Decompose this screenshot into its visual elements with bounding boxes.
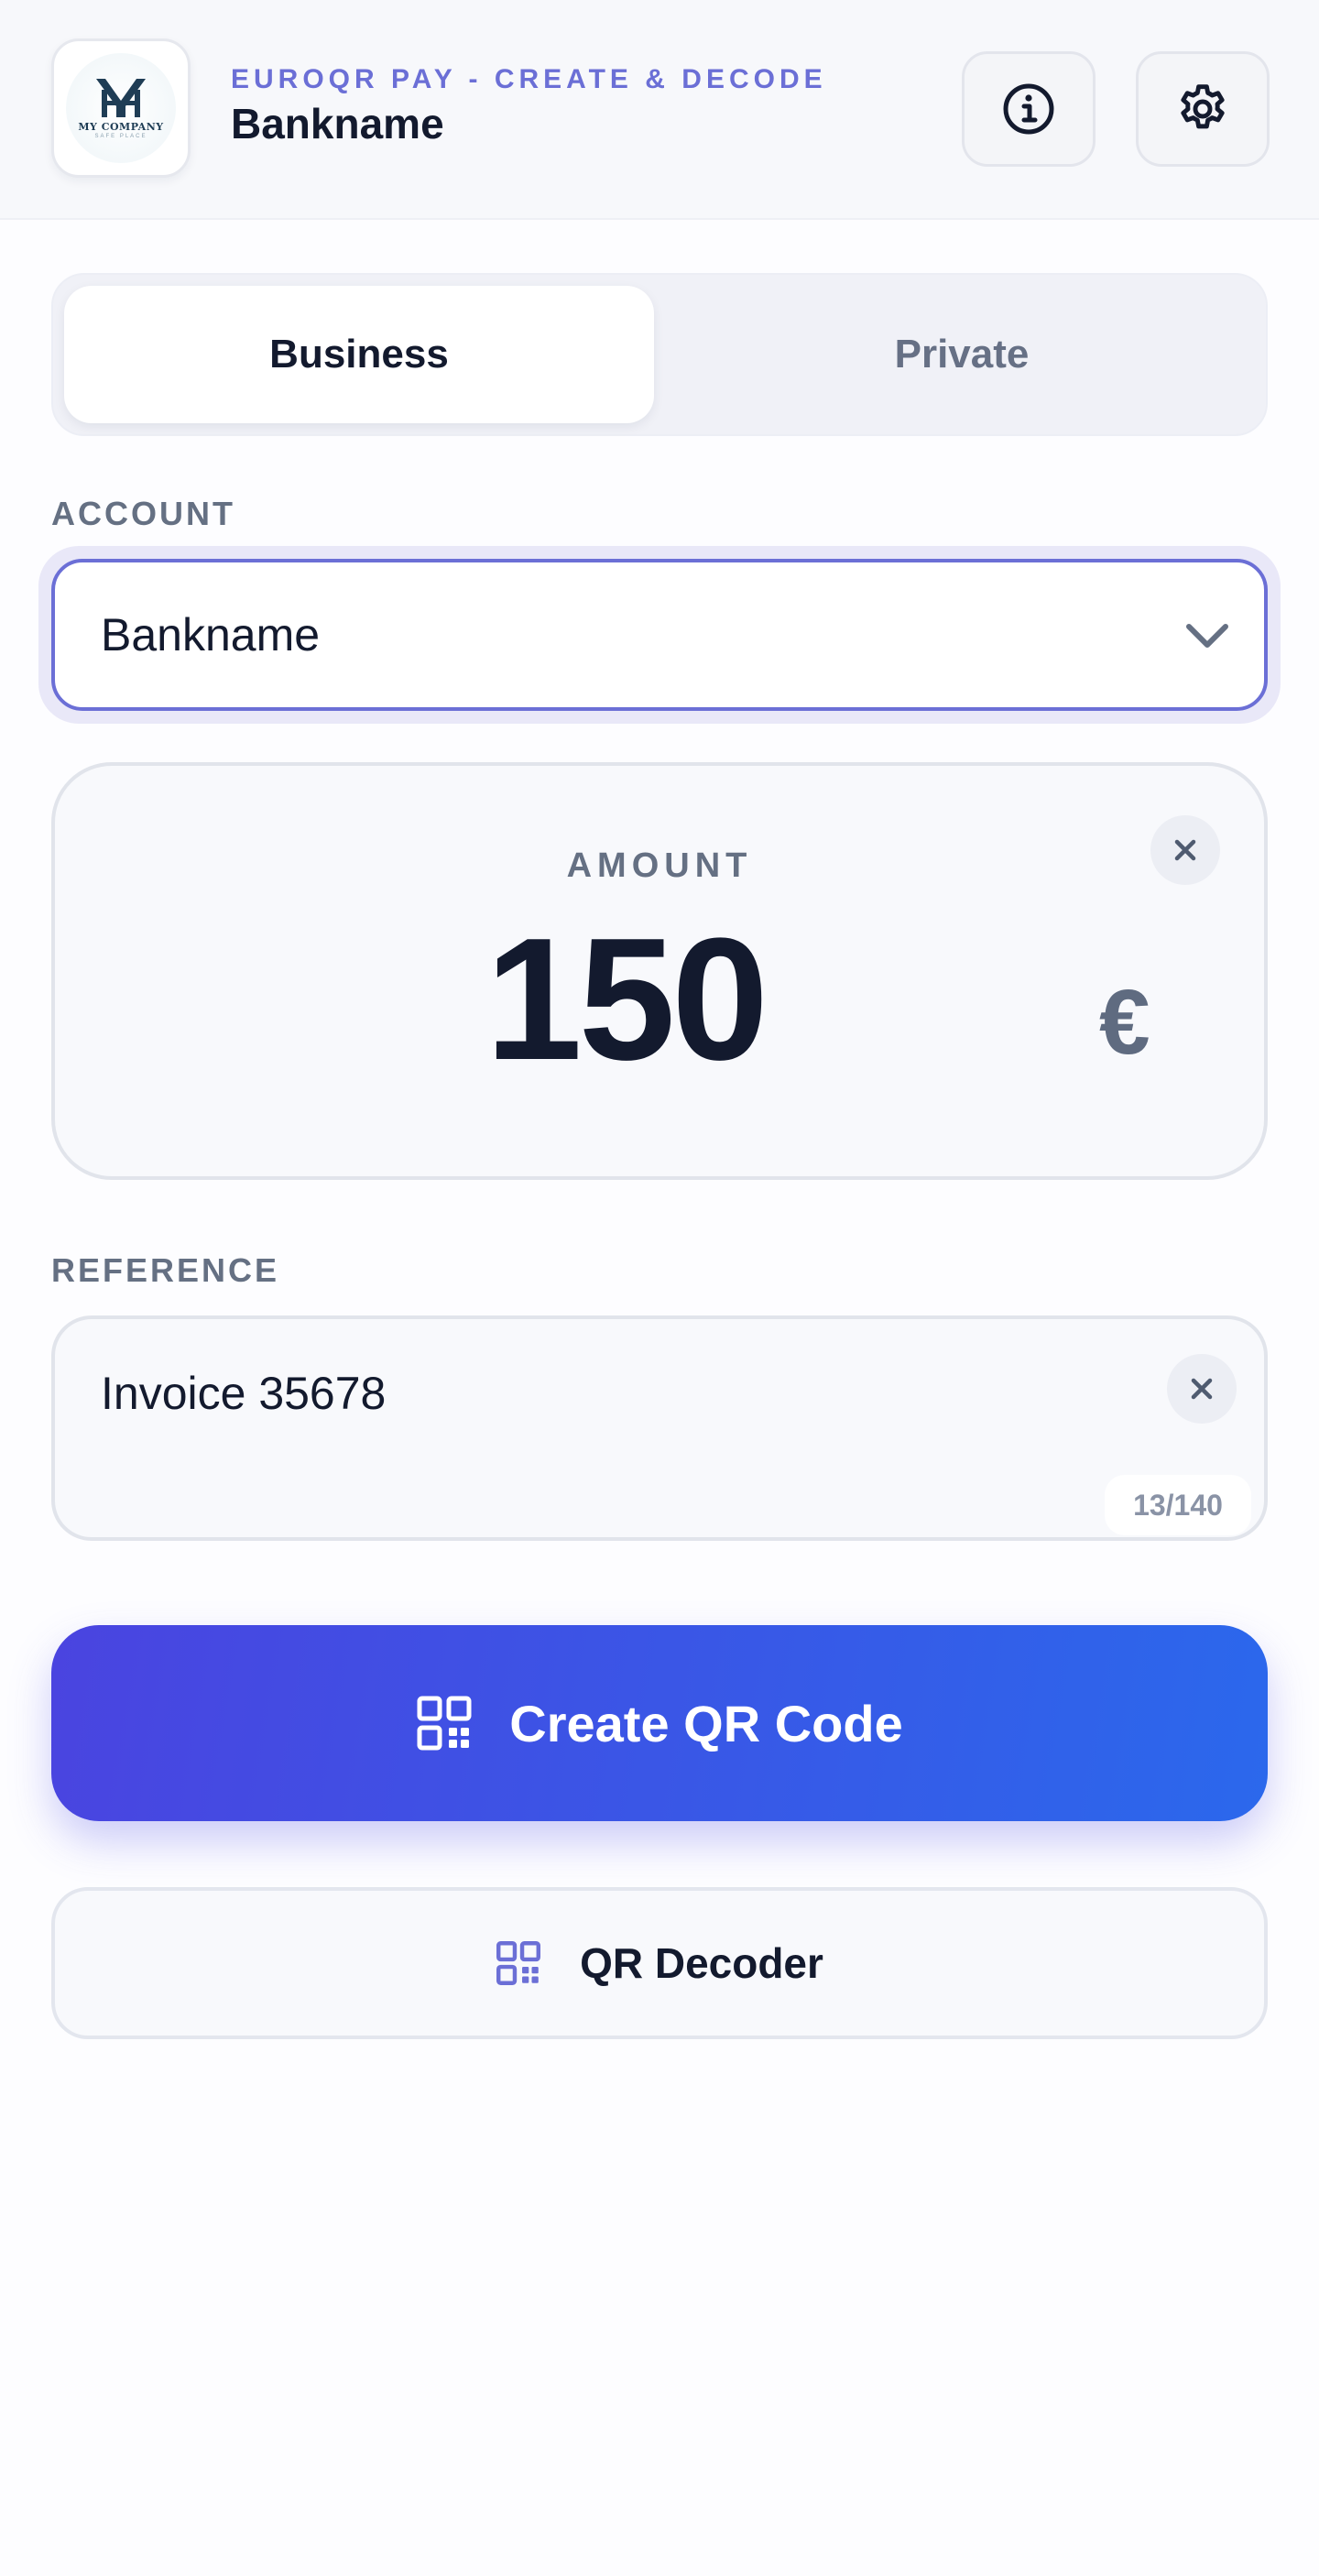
currency-symbol: € — [1099, 971, 1150, 1074]
reference-label: REFERENCE — [51, 1251, 280, 1289]
tab-business[interactable]: Business — [64, 286, 654, 423]
logo-emblem-icon — [96, 79, 146, 117]
app-root: MY COMPANY SAFE PLACE EUROQR PAY - CREAT… — [0, 0, 1319, 2576]
app-title: Bankname — [231, 100, 444, 147]
app-header: MY COMPANY SAFE PLACE EUROQR PAY - CREAT… — [0, 0, 1319, 220]
app-subtitle: EUROQR PAY - CREATE & DECODE — [231, 64, 827, 94]
info-button[interactable] — [962, 51, 1096, 167]
tab-private[interactable]: Private — [667, 286, 1257, 423]
company-logo: MY COMPANY SAFE PLACE — [51, 38, 191, 178]
create-qr-button[interactable]: Create QR Code — [51, 1625, 1268, 1821]
qr-code-icon — [496, 1941, 541, 1985]
reference-value: Invoice 35678 — [101, 1368, 387, 1419]
reference-textarea[interactable]: Invoice 35678 13/140 — [51, 1315, 1268, 1541]
create-qr-label: Create QR Code — [509, 1694, 903, 1752]
account-select[interactable]: Bankname — [51, 559, 1268, 711]
info-icon — [1003, 83, 1054, 135]
close-icon — [1191, 1378, 1213, 1400]
reference-char-count: 13/140 — [1105, 1475, 1251, 1535]
chevron-down-icon — [1186, 624, 1228, 648]
qr-decoder-button[interactable]: QR Decoder — [51, 1887, 1268, 2039]
qr-code-icon — [417, 1696, 472, 1751]
logo-mark: MY COMPANY SAFE PLACE — [66, 53, 176, 163]
clear-reference-button[interactable] — [1167, 1354, 1237, 1424]
gear-icon — [1181, 84, 1225, 129]
clear-amount-button[interactable] — [1150, 815, 1220, 885]
settings-button[interactable] — [1136, 51, 1270, 167]
logo-tagline: SAFE PLACE — [94, 134, 147, 139]
amount-card[interactable]: AMOUNT 150 € — [51, 762, 1268, 1180]
account-type-switch: Business Private — [51, 273, 1268, 436]
qr-decoder-label: QR Decoder — [580, 1939, 823, 1987]
amount-input[interactable]: 150 — [485, 912, 769, 1086]
account-select-value: Bankname — [101, 609, 321, 660]
close-icon — [1174, 839, 1196, 861]
logo-company-text: MY COMPANY — [78, 121, 164, 133]
amount-label: AMOUNT — [566, 846, 753, 885]
account-label: ACCOUNT — [51, 495, 235, 532]
